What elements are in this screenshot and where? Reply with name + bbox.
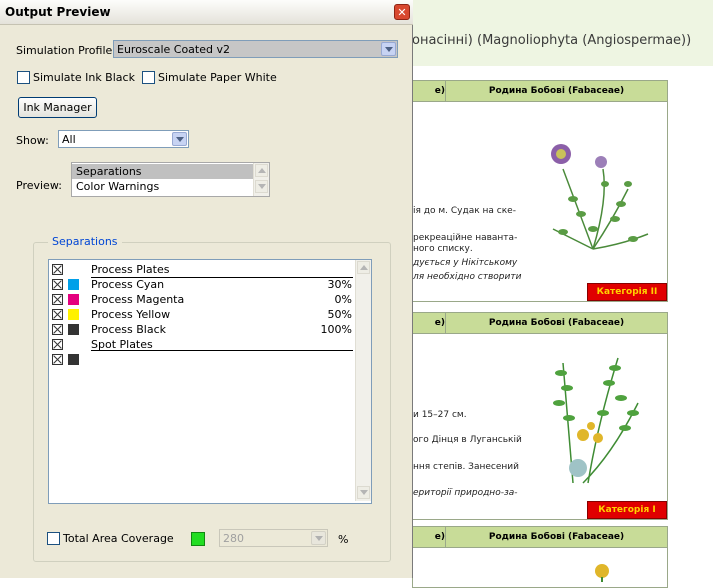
separation-name: Process Black (91, 323, 166, 336)
scroll-up-icon[interactable] (255, 164, 268, 177)
percent-sign: % (338, 533, 349, 546)
plant-illustration (553, 357, 639, 484)
close-button[interactable]: ✕ (394, 4, 410, 20)
separation-percent: 100% (320, 323, 352, 336)
species-card: e) Родина Бобові (Fabaceae) (412, 526, 668, 588)
separation-name: Process Cyan (91, 278, 165, 291)
card-text-line: ного списку. (413, 244, 473, 254)
category-badge: Категорія I (587, 501, 667, 519)
total-area-coverage-label[interactable]: Total Area Coverage (63, 532, 174, 545)
simulate-ink-black-checkbox[interactable] (17, 71, 30, 84)
black-swatch-icon (68, 324, 79, 335)
preview-listbox[interactable]: Separations Color Warnings (71, 162, 270, 197)
total-area-coverage-dropdown[interactable]: 280 (219, 529, 328, 547)
category-badge: Категорія II (587, 283, 667, 301)
total-area-coverage-checkbox[interactable] (47, 532, 60, 545)
separation-percent: 30% (327, 278, 352, 291)
separation-row[interactable]: Process Black 100% (49, 322, 355, 337)
document-header-text: онасінні) (Magnoliophyta (Angiospermae)) (412, 33, 692, 48)
chevron-down-icon[interactable] (172, 132, 187, 146)
card-text-line: рекреаційне наванта- (413, 233, 518, 243)
dialog-title: Output Preview (5, 5, 111, 19)
separation-row[interactable]: Process Yellow 50% (49, 307, 355, 322)
separation-percent: 50% (327, 308, 352, 321)
preview-option-color-warnings[interactable]: Color Warnings (72, 179, 253, 194)
simulate-paper-white-label[interactable]: Simulate Paper White (158, 71, 277, 84)
output-preview-dialog: Output Preview ✕ Simulation Profile: Eur… (0, 0, 413, 578)
separation-row[interactable]: Process Plates (49, 262, 355, 277)
scroll-down-icon[interactable] (255, 180, 268, 193)
chevron-down-icon[interactable] (381, 42, 396, 56)
simulation-profile-value: Euroscale Coated v2 (117, 43, 230, 56)
simulation-profile-dropdown[interactable]: Euroscale Coated v2 (113, 40, 398, 58)
card-text-line: ериторії природно-за- (413, 488, 518, 498)
spot-swatch-icon (68, 354, 79, 365)
card-text-line: дується у Нікітському (413, 258, 518, 268)
preview-scrollbar[interactable] (253, 163, 269, 196)
visibility-toggle-icon[interactable] (52, 279, 63, 290)
plant-illustration (595, 564, 609, 582)
preview-label: Preview: (16, 179, 62, 192)
scroll-down-icon[interactable] (357, 486, 370, 499)
simulation-profile-label: Simulation Profile: (16, 44, 116, 57)
coverage-color-swatch[interactable] (191, 532, 205, 546)
card-text-line: ння степів. Занесений (413, 462, 519, 472)
species-card: e) Родина Бобові (Fabaceae) и 15–27 см. … (412, 312, 668, 520)
card-text-line: ого Дінця в Луганській (413, 435, 522, 445)
scroll-up-icon[interactable] (357, 261, 370, 274)
species-card: e) Родина Бобові (Fabaceae) ія до м. Суд… (412, 80, 668, 302)
separation-name: Process Yellow (91, 308, 171, 321)
chevron-down-icon[interactable] (311, 531, 326, 545)
separation-row[interactable] (49, 352, 355, 367)
simulate-paper-white-checkbox[interactable] (142, 71, 155, 84)
card-text-line: ія до м. Судак на ске- (413, 206, 516, 216)
visibility-toggle-icon[interactable] (52, 354, 63, 365)
dialog-titlebar[interactable]: Output Preview ✕ (0, 0, 413, 25)
separation-name: Process Plates (91, 263, 170, 276)
separation-name: Process Magenta (91, 293, 185, 306)
cyan-swatch-icon (68, 279, 79, 290)
separation-row[interactable]: Spot Plates (49, 337, 355, 352)
show-label: Show: (16, 134, 49, 147)
card-family-title: Родина Бобові (Fabaceae) (488, 86, 625, 96)
separation-row[interactable]: Process Magenta 0% (49, 292, 355, 307)
visibility-toggle-icon[interactable] (52, 309, 63, 320)
separation-percent: 0% (334, 293, 352, 306)
visibility-toggle-icon[interactable] (52, 324, 63, 335)
simulate-ink-black-label[interactable]: Simulate Ink Black (33, 71, 135, 84)
preview-option-separations[interactable]: Separations (72, 164, 253, 179)
visibility-toggle-icon[interactable] (52, 294, 63, 305)
separation-row[interactable]: Process Cyan 30% (49, 277, 355, 292)
card-text-line: ля необхідно створити (413, 272, 522, 282)
plant-illustration (551, 144, 649, 250)
show-value: All (62, 133, 76, 146)
card-family-title: Родина Бобові (Fabaceae) (488, 318, 625, 328)
visibility-toggle-icon[interactable] (52, 264, 63, 275)
yellow-swatch-icon (68, 309, 79, 320)
card-header: e) Родина Бобові (Fabaceae) (413, 313, 667, 334)
separations-list[interactable]: Process Plates Process Cyan 30% Process … (48, 259, 372, 504)
card-text-line: и 15–27 см. (413, 410, 467, 420)
card-header-left: e) (413, 313, 446, 333)
separation-name: Spot Plates (91, 338, 153, 351)
visibility-toggle-icon[interactable] (52, 339, 63, 350)
show-dropdown[interactable]: All (58, 130, 189, 148)
card-header-left: e) (413, 527, 446, 547)
card-header: e) Родина Бобові (Fabaceae) (413, 527, 667, 548)
separations-scrollbar[interactable] (355, 260, 371, 501)
magenta-swatch-icon (68, 294, 79, 305)
card-header: e) Родина Бобові (Fabaceae) (413, 81, 667, 102)
card-family-title: Родина Бобові (Fabaceae) (488, 532, 625, 542)
card-header-left: e) (413, 81, 446, 101)
ink-manager-button[interactable]: Ink Manager (18, 97, 97, 118)
total-area-coverage-value: 280 (223, 532, 244, 545)
separations-group-title: Separations (48, 235, 122, 248)
